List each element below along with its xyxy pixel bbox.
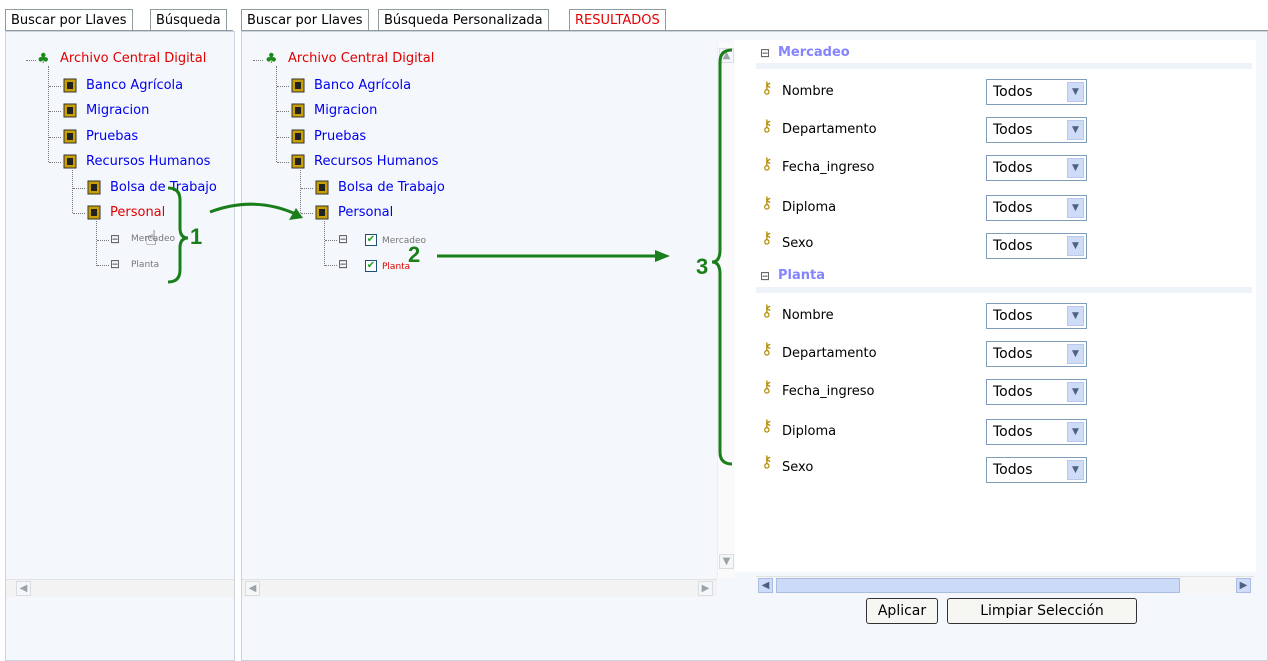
brace-3 — [711, 48, 733, 466]
arrow-2-head — [655, 250, 670, 262]
annotation-3: 3 — [696, 254, 709, 279]
brace-1 — [167, 186, 189, 284]
annotation-overlay — [167, 48, 733, 466]
arrow-1-head — [289, 208, 303, 220]
annotation-2: 2 — [408, 242, 421, 267]
arrow-1 — [209, 202, 299, 217]
annotation-1: 1 — [190, 224, 203, 249]
